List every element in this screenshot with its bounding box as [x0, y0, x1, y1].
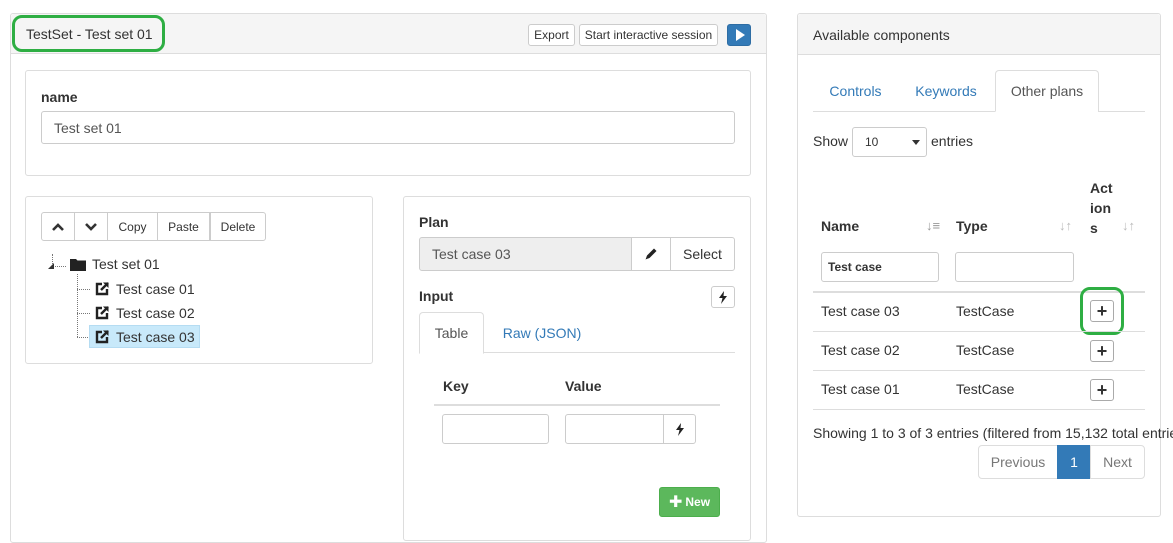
- row-name: Test case 01: [821, 381, 900, 397]
- input-tabs-divider: [484, 352, 735, 353]
- key-input[interactable]: [442, 414, 549, 444]
- tree-node-label: Test case 02: [116, 305, 195, 321]
- row-divider: [813, 370, 1145, 371]
- export-button[interactable]: Export: [528, 24, 575, 46]
- row-type: TestCase: [956, 342, 1015, 358]
- tree-node-label: Test set 01: [92, 256, 160, 272]
- tree-connector: [77, 274, 78, 337]
- show-label: Show: [813, 133, 849, 149]
- components-tabs-divider: [813, 111, 995, 112]
- type-column-header[interactable]: Type: [956, 218, 988, 234]
- tab-table[interactable]: Table: [419, 312, 484, 354]
- value-dynamic-toggle[interactable]: [663, 414, 696, 444]
- value-header: Value: [565, 378, 602, 394]
- new-entry-button[interactable]: ✚ New: [659, 487, 720, 517]
- key-header: Key: [443, 378, 469, 394]
- add-plan-button[interactable]: +: [1090, 340, 1114, 362]
- tree-node-root[interactable]: Test set 01: [70, 254, 160, 274]
- tree-node-test-case-02[interactable]: Test case 02: [90, 302, 199, 324]
- tree-connector: [77, 289, 90, 290]
- key-value-header-divider: [434, 404, 720, 406]
- tree-node-label: Test case 01: [116, 281, 195, 297]
- title-highlight: [12, 15, 165, 52]
- plan-input: Test case 03: [419, 237, 632, 271]
- move-up-button[interactable]: [41, 212, 75, 241]
- sort-icon[interactable]: ↓↑: [1122, 218, 1135, 233]
- tab-keywords[interactable]: Keywords: [900, 70, 992, 112]
- copy-button[interactable]: Copy: [107, 212, 158, 241]
- chevron-down-icon: [85, 222, 97, 231]
- page-size-select[interactable]: 10: [852, 127, 927, 157]
- actions-header-line: ion: [1090, 200, 1111, 216]
- row-type: TestCase: [956, 303, 1015, 319]
- name-filter-input[interactable]: Test case: [821, 252, 939, 282]
- chevron-up-icon: [52, 222, 64, 231]
- row-divider: [813, 409, 1145, 410]
- components-tabs-divider: [1098, 111, 1145, 112]
- name-column-header[interactable]: Name: [821, 218, 859, 234]
- tab-other-plans[interactable]: Other plans: [995, 70, 1099, 112]
- external-link-icon: [95, 306, 109, 320]
- pagination-page-1[interactable]: 1: [1057, 445, 1091, 479]
- tree-node-test-case-03[interactable]: Test case 03: [89, 325, 200, 348]
- start-interactive-session-button[interactable]: Start interactive session: [579, 24, 718, 46]
- caret-down-icon: [912, 140, 920, 145]
- table-info: Showing 1 to 3 of 3 entries (filtered fr…: [813, 425, 1173, 441]
- tree-connector: [77, 313, 90, 314]
- entries-label: entries: [931, 133, 974, 149]
- folder-icon: [70, 259, 86, 271]
- type-filter-input[interactable]: [955, 252, 1074, 282]
- edit-plan-button[interactable]: [631, 237, 671, 271]
- row-name: Test case 02: [821, 342, 900, 358]
- add-plan-button[interactable]: +: [1090, 379, 1114, 401]
- actions-header-line: Act: [1090, 180, 1113, 196]
- actions-column-header: Act ion s: [1090, 178, 1113, 238]
- tree-connector: [52, 266, 66, 267]
- paste-button[interactable]: Paste: [157, 212, 210, 241]
- external-link-icon: [95, 329, 109, 343]
- select-plan-button[interactable]: Select: [670, 237, 735, 271]
- delete-button[interactable]: Delete: [210, 212, 266, 241]
- tree-node-test-case-01[interactable]: Test case 01: [90, 278, 199, 300]
- tab-raw-json[interactable]: Raw (JSON): [488, 312, 596, 354]
- pagination-next[interactable]: Next: [1090, 445, 1145, 479]
- bolt-icon: [675, 422, 684, 436]
- input-label: Input: [419, 288, 454, 304]
- sort-desc-icon[interactable]: ↓≡: [926, 218, 940, 233]
- value-input[interactable]: [565, 414, 664, 444]
- name-label: name: [41, 89, 78, 105]
- components-title: Available components: [813, 27, 950, 43]
- new-label: New: [685, 495, 711, 509]
- row-name: Test case 03: [821, 303, 900, 319]
- row-divider: [813, 331, 1145, 332]
- play-icon: [735, 29, 745, 41]
- input-dynamic-toggle[interactable]: [711, 286, 735, 308]
- tab-controls[interactable]: Controls: [813, 70, 898, 112]
- run-button[interactable]: [727, 24, 751, 46]
- pencil-icon: [645, 248, 657, 260]
- sort-icon[interactable]: ↓↑: [1059, 218, 1072, 233]
- plus-icon: +: [1096, 340, 1108, 361]
- plus-icon: ✚: [668, 494, 683, 511]
- move-down-button[interactable]: [74, 212, 108, 241]
- page-size-value: 10: [865, 135, 879, 149]
- tree-toggle[interactable]: [48, 263, 54, 269]
- name-input[interactable]: Test set 01: [41, 111, 735, 144]
- bolt-icon: [719, 290, 727, 304]
- plan-label: Plan: [419, 214, 449, 230]
- add-button-highlight: [1080, 287, 1124, 335]
- tree-node-label: Test case 03: [116, 328, 195, 345]
- row-type: TestCase: [956, 381, 1015, 397]
- external-link-icon: [95, 282, 109, 296]
- pagination-previous[interactable]: Previous: [978, 445, 1058, 479]
- plus-icon: +: [1096, 379, 1108, 400]
- actions-header-line: s: [1090, 220, 1098, 236]
